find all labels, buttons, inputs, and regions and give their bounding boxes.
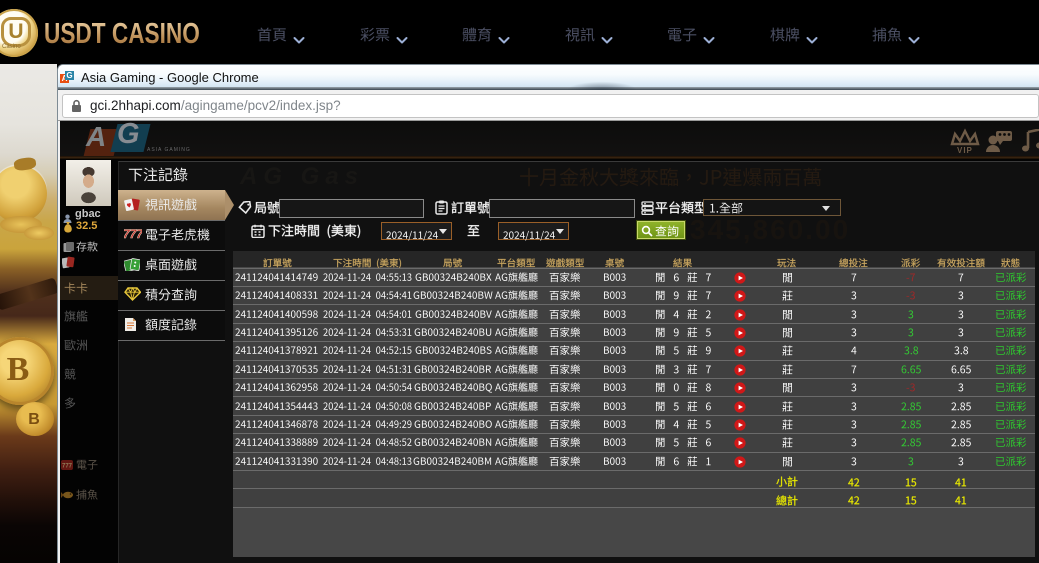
svg-text:777: 777 bbox=[62, 464, 73, 470]
svg-text:777: 777 bbox=[124, 227, 142, 240]
